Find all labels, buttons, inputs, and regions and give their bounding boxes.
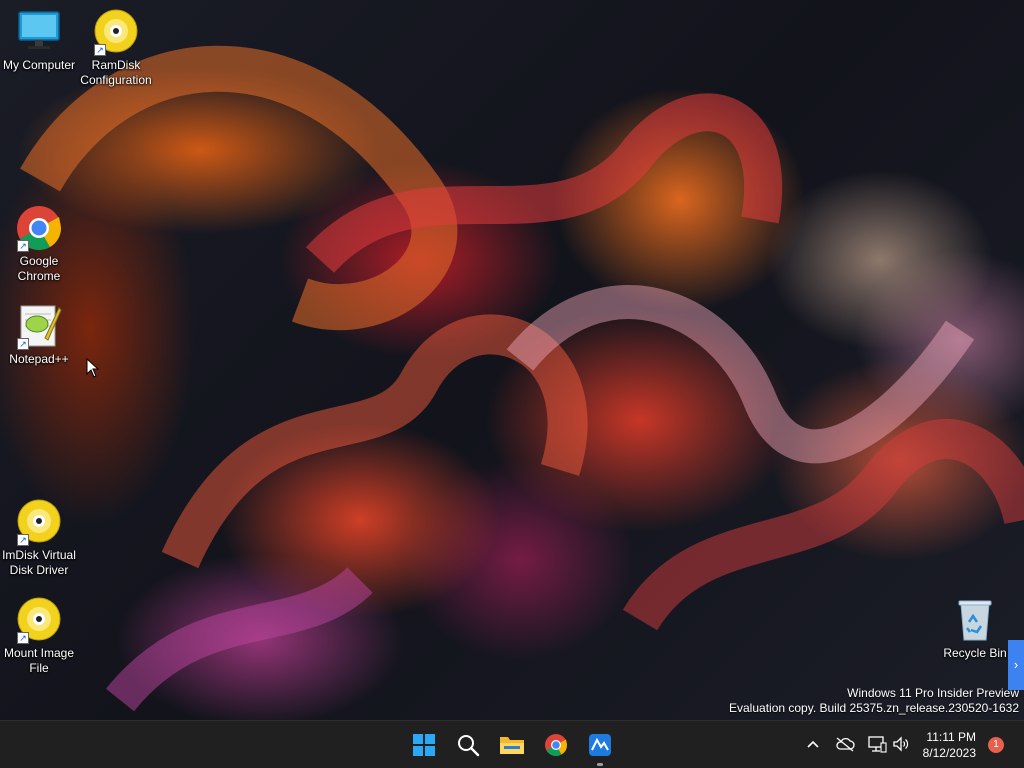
start-icon bbox=[413, 734, 435, 756]
app-taskbar-button[interactable] bbox=[582, 727, 618, 766]
clock-date: 8/12/2023 bbox=[922, 746, 976, 760]
wallpaper-ribbons bbox=[20, 45, 1024, 712]
disc-icon: ↗ bbox=[15, 596, 63, 644]
shortcut-arrow-icon: ↗ bbox=[17, 534, 29, 546]
chrome-icon bbox=[545, 734, 567, 756]
desktop-icon-label: Mount Image File bbox=[3, 646, 75, 675]
chevron-right-icon: › bbox=[1013, 657, 1019, 672]
volume-button[interactable] bbox=[890, 733, 912, 755]
shortcut-arrow-icon: ↗ bbox=[17, 632, 29, 644]
recycle-bin-icon bbox=[951, 596, 999, 644]
desktop-icon-label: Recycle Bin bbox=[943, 646, 1007, 660]
search-button[interactable] bbox=[450, 727, 486, 763]
notification-badge[interactable]: 1 bbox=[988, 737, 1004, 753]
monitor-icon bbox=[15, 8, 63, 56]
cloud-off-icon bbox=[836, 737, 855, 752]
watermark-build: Evaluation copy. Build 25375.zn_release.… bbox=[729, 701, 1019, 715]
start-button[interactable] bbox=[406, 727, 442, 763]
chrome-taskbar-button[interactable] bbox=[538, 727, 574, 763]
file-explorer-button[interactable] bbox=[494, 727, 530, 763]
mouse-cursor-icon bbox=[86, 357, 100, 383]
chevron-up-icon bbox=[807, 740, 819, 748]
show-hidden-icons-button[interactable] bbox=[802, 733, 824, 755]
taskbar: 11:11 PM 8/12/2023 1 bbox=[0, 720, 1024, 768]
desktop-icon-ramdisk[interactable]: ↗ RamDisk Configuration bbox=[78, 8, 154, 88]
search-icon bbox=[458, 735, 480, 757]
desktop-icon-label: RamDisk Configuration bbox=[80, 58, 152, 87]
desktop-wallpaper: My Computer ↗ RamDisk Configuration ↗ Go… bbox=[0, 0, 1024, 720]
desktop-icon-mount-image-file[interactable]: ↗ Mount Image File bbox=[1, 596, 77, 676]
file-explorer-icon bbox=[500, 737, 524, 754]
onedrive-button[interactable] bbox=[834, 733, 856, 755]
desktop-icon-notepad-plus-plus[interactable]: ↗ Notepad++ bbox=[1, 302, 77, 367]
desktop-icon-label: Notepad++ bbox=[9, 352, 69, 366]
evaluation-watermark: Windows 11 Pro Insider Preview Evaluatio… bbox=[729, 686, 1019, 716]
app-icon bbox=[589, 734, 611, 756]
volume-icon bbox=[893, 736, 909, 752]
desktop-icon-label: Google Chrome bbox=[17, 254, 61, 283]
side-flyout-tab[interactable]: › bbox=[1008, 640, 1024, 690]
shortcut-arrow-icon: ↗ bbox=[17, 338, 29, 350]
clock-button[interactable]: 11:11 PM 8/12/2023 bbox=[923, 729, 976, 761]
desktop-icon-label: My Computer bbox=[2, 58, 76, 72]
network-icon bbox=[868, 736, 887, 753]
notepad-plus-plus-icon: ↗ bbox=[15, 302, 63, 350]
desktop-icon-label: ImDisk Virtual Disk Driver bbox=[2, 548, 76, 577]
desktop-icon-recycle-bin[interactable]: Recycle Bin bbox=[937, 596, 1013, 661]
desktop-icon-my-computer[interactable]: My Computer bbox=[1, 8, 77, 73]
disc-icon: ↗ bbox=[15, 498, 63, 546]
watermark-edition: Windows 11 Pro Insider Preview bbox=[847, 686, 1019, 700]
clock-time: 11:11 PM bbox=[926, 730, 976, 744]
disc-icon: ↗ bbox=[92, 8, 140, 56]
network-button[interactable] bbox=[866, 733, 888, 755]
shortcut-arrow-icon: ↗ bbox=[17, 240, 29, 252]
desktop-icon-imdisk[interactable]: ↗ ImDisk Virtual Disk Driver bbox=[1, 498, 77, 578]
chrome-icon: ↗ bbox=[15, 204, 63, 252]
shortcut-arrow-icon: ↗ bbox=[94, 44, 106, 56]
desktop-icon-google-chrome[interactable]: ↗ Google Chrome bbox=[1, 204, 77, 284]
